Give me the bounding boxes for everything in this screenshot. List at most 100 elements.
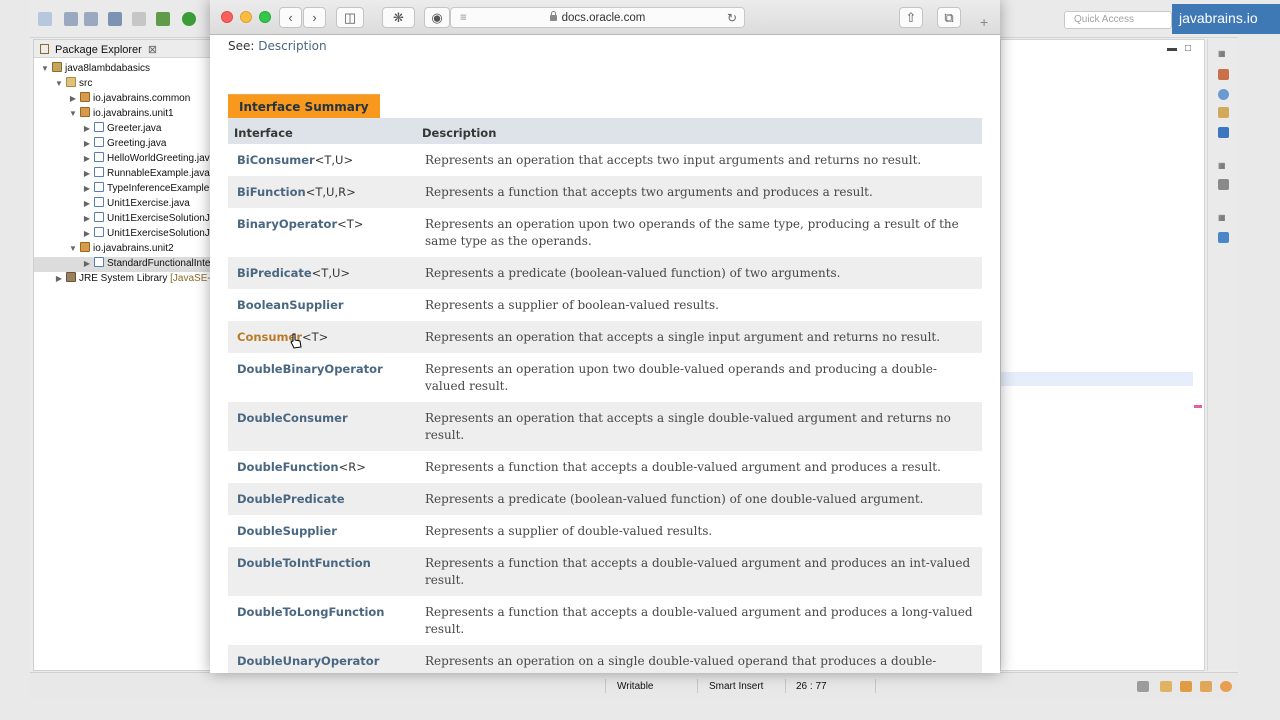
interface-cell: DoublePredicate [228, 483, 416, 515]
interface-link[interactable]: DoubleToIntFunction [237, 556, 371, 570]
description-link[interactable]: Description [258, 39, 326, 53]
interface-cell: DoubleFunction<R> [228, 451, 416, 483]
zoom-window-button[interactable] [259, 11, 271, 23]
tree-item[interactable]: ▼ io.javabrains.unit1 [34, 107, 210, 122]
tree-item[interactable]: ▶ RunnableExample.java [34, 167, 210, 182]
tree-item[interactable]: ▶ Unit1ExerciseSolutionJava7.java [34, 212, 210, 227]
share-button[interactable]: ⇧ [899, 7, 923, 28]
expand-right-icon[interactable]: ▶ [68, 94, 78, 103]
close-window-button[interactable] [221, 11, 233, 23]
interface-link[interactable]: DoublePredicate [237, 492, 345, 506]
interface-link[interactable]: BooleanSupplier [237, 298, 344, 312]
at-icon[interactable] [1218, 89, 1229, 100]
tree-item[interactable]: ▶ io.javabrains.common [34, 92, 210, 107]
skip-breakpoints-icon[interactable] [132, 12, 146, 26]
privacy-button[interactable]: ◉ [424, 7, 450, 28]
expand-right-icon[interactable]: ▶ [82, 169, 92, 178]
javadoc-icon[interactable] [1218, 107, 1229, 118]
interface-link[interactable]: BiFunction [237, 185, 306, 199]
expand-right-icon[interactable]: ▶ [82, 229, 92, 238]
outline-doc-icon[interactable] [1218, 179, 1229, 190]
run-icon[interactable] [182, 12, 196, 26]
minimize-window-button[interactable] [240, 11, 252, 23]
tree-item[interactable]: ▶ HelloWorldGreeting.java [34, 152, 210, 167]
tabs-button[interactable]: ⧉ [937, 7, 961, 28]
tree-item[interactable]: ▶ JRE System Library [JavaSE-1.8] [34, 272, 210, 287]
interface-summary-table: Interface Description BiConsumer<T,U> Rep… [228, 118, 982, 673]
expand-right-icon[interactable]: ▶ [82, 154, 92, 163]
minimize-icon[interactable]: ▬ [1167, 43, 1177, 54]
overview-ruler-marker[interactable] [1194, 405, 1202, 408]
learn-icon[interactable] [1180, 681, 1192, 692]
expand-right-icon[interactable]: ▶ [82, 124, 92, 133]
editor-area[interactable]: ▬ □ [1000, 39, 1205, 671]
maximize-icon[interactable]: □ [1185, 43, 1191, 54]
tree-item[interactable]: ▶ Greeter.java [34, 122, 210, 137]
new-tab-button[interactable]: + [980, 14, 1000, 30]
tree-item[interactable]: ▶ Unit1Exercise.java [34, 197, 210, 212]
quick-access-input[interactable]: Quick Access [1064, 11, 1172, 29]
interface-link[interactable]: DoubleBinaryOperator [237, 362, 383, 376]
heap-icon[interactable] [1137, 681, 1149, 692]
reload-icon[interactable]: ↻ [727, 8, 737, 28]
java-icon [94, 227, 104, 237]
address-bar[interactable]: ≡ docs.oracle.com ↻ [450, 7, 745, 28]
brand-watermark: javabrains.io [1172, 4, 1280, 34]
tree-item[interactable]: ▶ Unit1ExerciseSolutionJava8.java [34, 227, 210, 242]
expand-down-icon[interactable]: ▼ [68, 244, 78, 253]
close-icon[interactable]: ⊠ [148, 44, 157, 56]
interface-link[interactable]: DoubleSupplier [237, 524, 337, 538]
tree-item-label: StandardFunctionalInterfacesExample.java [107, 258, 210, 269]
back-button[interactable]: ‹ [279, 7, 302, 28]
save-icon[interactable] [64, 12, 78, 26]
expand-down-icon[interactable]: ▼ [54, 79, 64, 88]
tree-item[interactable]: ▶ StandardFunctionalInterfacesExample.jav… [34, 257, 210, 272]
task-list-icon[interactable] [1218, 69, 1229, 80]
expand-right-icon[interactable]: ▶ [82, 139, 92, 148]
interface-link[interactable]: DoubleFunction [237, 460, 339, 474]
interface-link[interactable]: BiConsumer [237, 153, 315, 167]
java-icon [94, 122, 104, 132]
tree-item[interactable]: ▼ src [34, 77, 210, 92]
package-explorer-tab[interactable]: Package Explorer ⊠ [34, 40, 210, 58]
console-icon[interactable] [1218, 127, 1229, 138]
restore-icon-2[interactable]: ▦ [1218, 161, 1226, 170]
tree-item[interactable]: ▶ TypeInferenceExample.java [34, 182, 210, 197]
expand-right-icon[interactable]: ▶ [54, 274, 64, 283]
tree-item-label: Greeter.java [107, 123, 162, 134]
type-parameters: <T,U> [314, 153, 354, 167]
outline-icon[interactable] [1218, 232, 1229, 243]
debug-icon[interactable] [156, 12, 170, 26]
settings-icon[interactable] [1220, 681, 1232, 692]
new-icon[interactable] [38, 12, 52, 26]
interface-link[interactable]: BinaryOperator [237, 217, 337, 231]
expand-right-icon[interactable]: ▶ [82, 199, 92, 208]
tree-item[interactable]: ▼ java8lambdabasics [34, 62, 210, 77]
expand-right-icon[interactable]: ▶ [82, 259, 92, 268]
extension-button[interactable]: ❋ [382, 7, 415, 28]
expand-down-icon[interactable]: ▼ [40, 64, 50, 73]
interface-link[interactable]: BiPredicate [237, 266, 312, 280]
save-all-icon[interactable] [84, 12, 98, 26]
sidebar-button[interactable]: ◫ [336, 7, 364, 28]
terminal-icon[interactable] [108, 12, 122, 26]
interface-cell: BiPredicate<T,U> [228, 257, 416, 289]
book-icon[interactable] [1160, 681, 1172, 692]
expand-down-icon[interactable]: ▼ [68, 109, 78, 118]
reader-icon[interactable]: ≡ [460, 8, 467, 28]
tree-item-label: io.javabrains.unit2 [93, 243, 174, 254]
java-icon [94, 182, 104, 192]
restore-icon[interactable]: ▦ [1218, 49, 1226, 58]
restore-icon-3[interactable]: ▦ [1218, 213, 1226, 222]
forward-button[interactable]: › [303, 7, 326, 28]
interface-link[interactable]: DoubleUnaryOperator [237, 654, 379, 668]
expand-right-icon[interactable]: ▶ [82, 214, 92, 223]
interface-link[interactable]: DoubleToLongFunction [237, 605, 384, 619]
expand-right-icon[interactable]: ▶ [82, 184, 92, 193]
tools-icon[interactable] [1200, 681, 1212, 692]
interface-link[interactable]: DoubleConsumer [237, 411, 348, 425]
tree-item[interactable]: ▶ Greeting.java [34, 137, 210, 152]
type-parameters: <T> [302, 330, 329, 344]
tree-item-label: java8lambdabasics [65, 63, 151, 74]
tree-item[interactable]: ▼ io.javabrains.unit2 [34, 242, 210, 257]
